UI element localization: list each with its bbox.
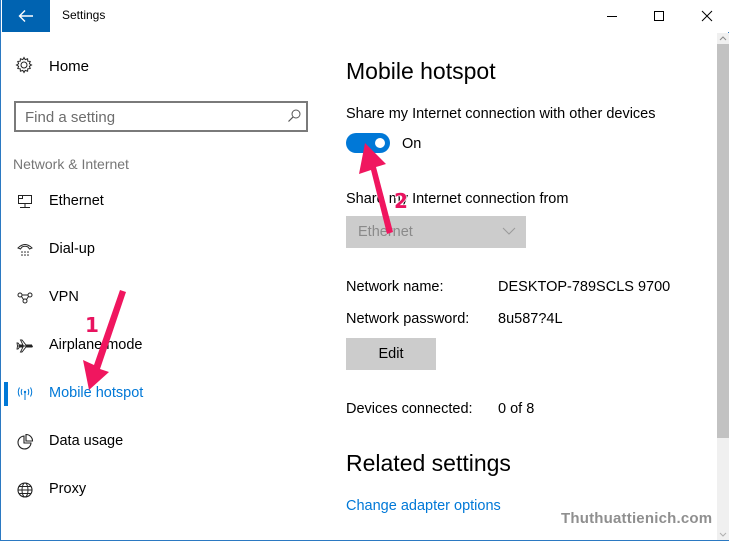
selected-indicator	[4, 382, 8, 406]
airplane-icon	[15, 337, 35, 355]
maximize-icon	[654, 11, 664, 21]
sidebar-item-label: Dial-up	[49, 241, 95, 257]
dropdown-value: Ethernet	[358, 224, 413, 240]
section-heading: Network & Internet	[13, 156, 129, 172]
minimize-button[interactable]	[589, 0, 635, 32]
back-button[interactable]	[2, 0, 50, 32]
chevron-down-icon	[502, 227, 516, 235]
devices-connected-value: 0 of 8	[498, 401, 535, 417]
toggle-state-label: On	[402, 136, 422, 152]
sidebar-item-label: Mobile hotspot	[49, 385, 144, 401]
window-title: Settings	[62, 8, 106, 22]
sidebar-item-proxy[interactable]: Proxy	[1, 470, 321, 510]
sidebar-item-airplane-mode[interactable]: Airplane mode	[1, 326, 321, 366]
hotspot-toggle[interactable]	[346, 133, 390, 153]
share-label: Share my Internet connection with other …	[346, 106, 656, 122]
sidebar-item-label: Airplane mode	[49, 337, 143, 353]
sidebar-item-label: Data usage	[49, 433, 124, 449]
search-box[interactable]	[14, 101, 308, 132]
chevron-up-icon	[719, 36, 727, 41]
sidebar-item-label: Ethernet	[49, 193, 104, 209]
watermark: Thuthuattienich.com	[561, 510, 713, 527]
network-password-label: Network password:	[346, 311, 470, 327]
change-adapter-options-link[interactable]: Change adapter options	[346, 498, 501, 514]
network-name-value: DESKTOP-789SCLS 9700	[498, 279, 671, 295]
home-nav-item[interactable]: Home	[15, 56, 89, 75]
title-bar: Settings	[1, 0, 729, 32]
sidebar-item-vpn[interactable]: VPN	[1, 278, 321, 318]
search-icon[interactable]	[286, 108, 302, 124]
maximize-button[interactable]	[636, 0, 682, 32]
close-icon	[701, 10, 713, 22]
related-settings-heading: Related settings	[346, 450, 511, 476]
network-password-value: 8u587?4L	[498, 311, 563, 327]
share-from-dropdown[interactable]: Ethernet	[346, 216, 526, 248]
sidebar-item-mobile-hotspot[interactable]: Mobile hotspot	[1, 374, 321, 414]
share-from-label: Share my Internet connection from	[346, 191, 569, 207]
scroll-down-button[interactable]	[717, 529, 729, 540]
devices-connected-label: Devices connected:	[346, 401, 473, 417]
minimize-icon	[607, 16, 617, 17]
sidebar-item-dial-up[interactable]: Dial-up	[1, 230, 321, 270]
globe-icon	[15, 481, 35, 499]
scrollbar[interactable]	[717, 33, 729, 540]
scroll-up-button[interactable]	[717, 33, 729, 44]
edit-button[interactable]: Edit	[346, 338, 436, 370]
arrow-left-icon	[18, 10, 33, 22]
scroll-thumb[interactable]	[717, 44, 729, 438]
home-label: Home	[49, 58, 90, 75]
chevron-down-icon	[719, 532, 727, 537]
hotspot-icon	[15, 385, 35, 403]
settings-window: Settings Home Network & Internet Etherne…	[0, 0, 729, 541]
sidebar-item-data-usage[interactable]: Data usage	[1, 422, 321, 462]
data-usage-icon	[15, 433, 35, 451]
sidebar-item-label: VPN	[49, 289, 79, 305]
sidebar-item-ethernet[interactable]: Ethernet	[1, 182, 321, 222]
search-input[interactable]	[25, 107, 275, 127]
close-button[interactable]	[684, 0, 729, 32]
gear-icon	[15, 56, 33, 74]
vpn-icon	[15, 289, 35, 307]
sidebar-item-label: Proxy	[49, 481, 87, 497]
toggle-knob	[375, 138, 385, 148]
dial-up-icon	[15, 241, 35, 259]
ethernet-icon	[15, 193, 35, 211]
page-title: Mobile hotspot	[346, 58, 496, 84]
network-name-label: Network name:	[346, 279, 444, 295]
